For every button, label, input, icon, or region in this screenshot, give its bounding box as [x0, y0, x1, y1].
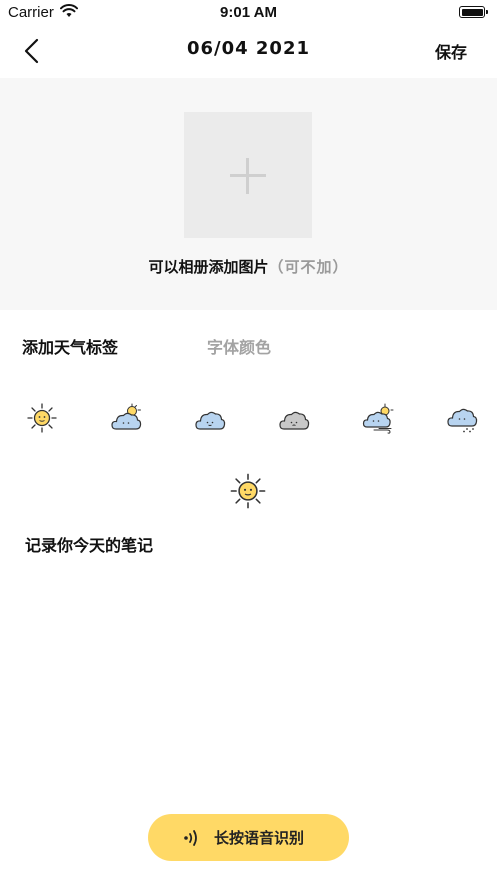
status-bar: Carrier 9:01 AM [0, 0, 497, 26]
tab-font-color[interactable]: 字体颜色 [207, 334, 271, 358]
add-photo-button[interactable] [184, 112, 312, 238]
photo-section: 可以相册添加图片（可不加） [0, 78, 497, 310]
photo-hint: 可以相册添加图片（可不加） [0, 256, 497, 277]
save-button[interactable]: 保存 [435, 39, 467, 63]
tab-weather-tag[interactable]: 添加天气标签 [22, 334, 118, 358]
overcast-icon[interactable] [278, 402, 310, 434]
voice-button-label: 长按语音识别 [214, 829, 305, 847]
windy-cloudy-icon[interactable] [362, 402, 394, 434]
nav-bar: 06/04 2021 保存 [0, 26, 497, 76]
page-title: 06/04 2021 [186, 38, 311, 59]
photo-hint-text: 可以相册添加图片 [148, 258, 269, 276]
snow-icon[interactable] [446, 402, 478, 434]
photo-optional-note: （可不加） [268, 258, 349, 276]
cloudy-icon[interactable] [194, 402, 226, 434]
voice-recognition-button[interactable]: 长按语音识别 [148, 814, 349, 861]
weather-options [0, 402, 497, 440]
partly-cloudy-icon[interactable] [110, 402, 142, 434]
note-heading: 记录你今天的笔记 [25, 536, 154, 555]
sunny-icon[interactable] [26, 402, 58, 434]
battery-icon [459, 6, 488, 18]
tab-bar: 添加天气标签 字体颜色 [0, 334, 497, 362]
selected-weather-sunny-icon [230, 473, 266, 509]
status-time: 9:01 AM [220, 4, 277, 21]
voice-wave-icon [184, 830, 197, 846]
